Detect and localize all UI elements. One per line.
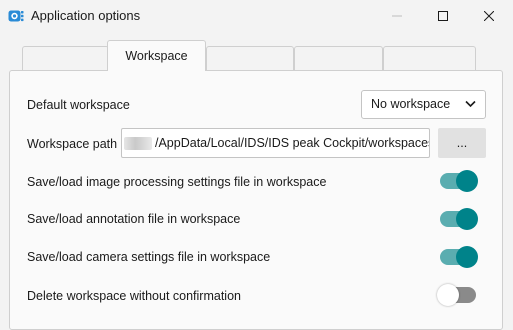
browse-button[interactable]: ... [438, 128, 486, 158]
toggle-delete-confirmation[interactable] [437, 284, 476, 306]
toggle-knob [456, 208, 478, 230]
tab-5[interactable] [383, 46, 476, 70]
toggle-label-camera-settings: Save/load camera settings file in worksp… [27, 250, 271, 264]
toggle-label-delete-confirmation: Delete workspace without confirmation [27, 289, 241, 303]
chevron-down-icon [465, 100, 476, 108]
tab-3[interactable] [206, 46, 294, 70]
title-bar: Application options [0, 0, 513, 32]
toggle-knob [437, 284, 459, 306]
toggle-image-processing[interactable] [440, 170, 478, 192]
close-icon [484, 11, 494, 21]
maximize-icon [438, 11, 448, 21]
default-workspace-label: Default workspace [27, 98, 130, 112]
minimize-button[interactable] [374, 0, 420, 32]
workspace-path-label: Workspace path [27, 137, 118, 151]
toggle-knob [456, 246, 478, 268]
close-button[interactable] [466, 0, 512, 32]
maximize-button[interactable] [420, 0, 466, 32]
redacted-path-segment [124, 137, 152, 150]
camera-app-icon [8, 8, 24, 24]
toggle-knob [456, 170, 478, 192]
select-value: No workspace [371, 97, 451, 111]
toggle-label-image-processing: Save/load image processing settings file… [27, 175, 327, 189]
path-value: /AppData/Local/IDS/IDS peak Cockpit/work… [155, 136, 430, 150]
workspace-path-input[interactable]: /AppData/Local/IDS/IDS peak Cockpit/work… [121, 128, 430, 158]
window-title: Application options [31, 8, 141, 23]
toggle-annotation[interactable] [440, 208, 478, 230]
toggle-label-annotation: Save/load annotation file in workspace [27, 212, 241, 226]
default-workspace-select[interactable]: No workspace [361, 90, 486, 119]
tab-label: Workspace [125, 49, 188, 63]
minimize-icon [392, 15, 402, 17]
tab-1[interactable] [22, 46, 109, 70]
toggle-camera-settings[interactable] [440, 246, 478, 268]
tab-workspace[interactable]: Workspace [107, 40, 206, 71]
tab-4[interactable] [294, 46, 383, 70]
